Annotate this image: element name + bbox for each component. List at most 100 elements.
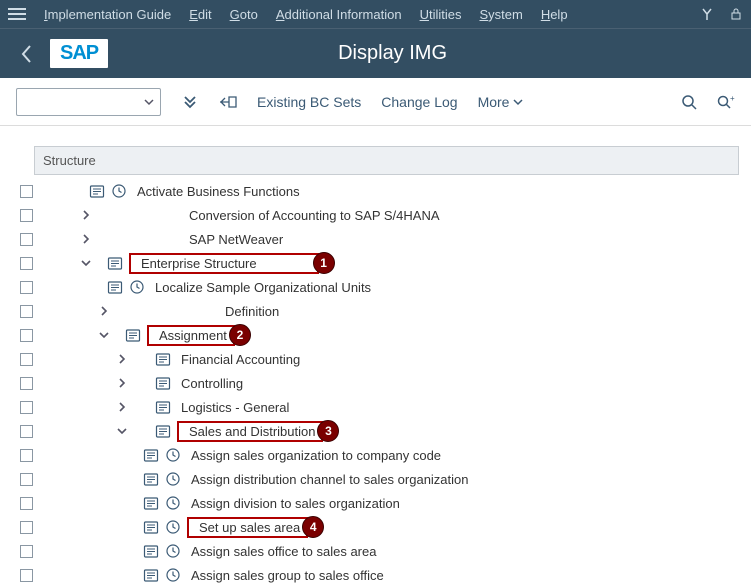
tree-row: Assign sales organization to company cod… bbox=[12, 443, 751, 467]
activity-icon[interactable] bbox=[143, 495, 159, 511]
node-label[interactable]: Assign distribution channel to sales org… bbox=[185, 472, 469, 487]
node-label[interactable]: Assign division to sales organization bbox=[185, 496, 400, 511]
row-checkbox[interactable] bbox=[20, 233, 33, 246]
row-checkbox[interactable] bbox=[20, 569, 33, 582]
activity-icon[interactable] bbox=[143, 447, 159, 463]
node-label[interactable]: Assignment bbox=[153, 328, 227, 343]
execute-icon[interactable] bbox=[163, 519, 181, 535]
existing-bc-sets-link[interactable]: Existing BC Sets bbox=[257, 94, 361, 110]
node-label[interactable]: Enterprise Structure bbox=[135, 256, 257, 271]
activity-icon[interactable] bbox=[143, 543, 159, 559]
chevron-down-icon bbox=[513, 97, 523, 107]
activity-icon[interactable] bbox=[143, 567, 159, 583]
row-checkbox[interactable] bbox=[20, 257, 33, 270]
row-checkbox[interactable] bbox=[20, 425, 33, 438]
row-checkbox[interactable] bbox=[20, 521, 33, 534]
execute-icon[interactable] bbox=[163, 495, 181, 511]
node-label[interactable]: Assign sales group to sales office bbox=[185, 568, 384, 583]
activity-icon[interactable] bbox=[107, 279, 123, 295]
node-label[interactable]: Activate Business Functions bbox=[131, 184, 300, 199]
collapse-icon[interactable] bbox=[97, 328, 111, 342]
activity-icon[interactable] bbox=[125, 327, 141, 343]
row-checkbox[interactable] bbox=[20, 185, 33, 198]
search-next-icon[interactable]: + bbox=[717, 94, 735, 110]
svg-text:+: + bbox=[730, 94, 735, 103]
change-log-link[interactable]: Change Log bbox=[381, 94, 457, 110]
expand-icon[interactable] bbox=[115, 400, 129, 414]
img-activity-dropdown[interactable] bbox=[16, 88, 161, 116]
row-checkbox[interactable] bbox=[20, 449, 33, 462]
node-label[interactable]: Set up sales area bbox=[193, 520, 300, 535]
execute-icon[interactable] bbox=[109, 183, 127, 199]
expand-icon[interactable] bbox=[79, 232, 93, 246]
node-label[interactable]: Definition bbox=[219, 304, 279, 319]
execute-icon[interactable] bbox=[163, 471, 181, 487]
node-label[interactable]: Conversion of Accounting to SAP S/4HANA bbox=[183, 208, 440, 223]
step-highlight: Enterprise Structure1 bbox=[129, 253, 319, 274]
tree-row: Assign distribution channel to sales org… bbox=[12, 467, 751, 491]
collapse-icon[interactable] bbox=[79, 256, 93, 270]
row-checkbox[interactable] bbox=[20, 401, 33, 414]
menu-utilities[interactable]: Utilities bbox=[420, 7, 462, 22]
node-label[interactable]: Logistics - General bbox=[175, 400, 289, 415]
activity-icon[interactable] bbox=[155, 423, 171, 439]
activity-icon[interactable] bbox=[143, 519, 159, 535]
close-window-icon[interactable] bbox=[701, 7, 715, 21]
expand-icon[interactable] bbox=[79, 208, 93, 222]
step-highlight: Set up sales area4 bbox=[187, 517, 308, 538]
row-checkbox[interactable] bbox=[20, 209, 33, 222]
expand-icon[interactable] bbox=[97, 304, 111, 318]
node-label[interactable]: Assign sales office to sales area bbox=[185, 544, 376, 559]
tree-row: Assign sales group to sales office bbox=[12, 563, 751, 585]
menu-icon[interactable] bbox=[8, 5, 26, 23]
activity-icon[interactable] bbox=[155, 399, 171, 415]
activity-icon[interactable] bbox=[143, 471, 159, 487]
row-checkbox[interactable] bbox=[20, 353, 33, 366]
activity-icon[interactable] bbox=[155, 375, 171, 391]
execute-icon[interactable] bbox=[163, 567, 181, 583]
row-checkbox[interactable] bbox=[20, 377, 33, 390]
chevron-down-icon bbox=[144, 97, 154, 107]
more-menu[interactable]: More bbox=[478, 94, 524, 110]
step-badge: 2 bbox=[229, 324, 251, 346]
menu-edit[interactable]: Edit bbox=[189, 7, 211, 22]
enter-img-icon[interactable] bbox=[219, 95, 237, 109]
menu-goto[interactable]: Goto bbox=[230, 7, 258, 22]
node-label[interactable]: Controlling bbox=[175, 376, 243, 391]
execute-icon[interactable] bbox=[163, 447, 181, 463]
node-label[interactable]: Localize Sample Organizational Units bbox=[149, 280, 371, 295]
tree-row: Financial Accounting bbox=[12, 347, 751, 371]
node-label[interactable]: Assign sales organization to company cod… bbox=[185, 448, 441, 463]
back-icon[interactable] bbox=[14, 44, 40, 64]
structure-column-header: Structure bbox=[34, 146, 739, 175]
row-checkbox[interactable] bbox=[20, 473, 33, 486]
node-label[interactable]: SAP NetWeaver bbox=[183, 232, 283, 247]
step-highlight: Sales and Distribution3 bbox=[177, 421, 323, 442]
menu-additional-info[interactable]: Additional Information bbox=[276, 7, 402, 22]
node-label[interactable]: Financial Accounting bbox=[175, 352, 300, 367]
collapse-icon[interactable] bbox=[115, 424, 129, 438]
double-chevron-down-icon[interactable] bbox=[181, 93, 199, 111]
toolbar: Existing BC Sets Change Log More + bbox=[0, 78, 751, 126]
menu-help[interactable]: Help bbox=[541, 7, 568, 22]
row-checkbox[interactable] bbox=[20, 497, 33, 510]
lock-icon[interactable] bbox=[729, 7, 743, 21]
activity-icon[interactable] bbox=[155, 351, 171, 367]
expand-icon[interactable] bbox=[115, 352, 129, 366]
node-label[interactable]: Sales and Distribution bbox=[183, 424, 315, 439]
activity-icon[interactable] bbox=[89, 183, 105, 199]
search-icon[interactable] bbox=[681, 94, 697, 110]
tree-row: Logistics - General bbox=[12, 395, 751, 419]
row-checkbox[interactable] bbox=[20, 329, 33, 342]
row-checkbox[interactable] bbox=[20, 281, 33, 294]
expand-icon[interactable] bbox=[115, 376, 129, 390]
execute-icon[interactable] bbox=[127, 279, 145, 295]
row-checkbox[interactable] bbox=[20, 545, 33, 558]
activity-icon[interactable] bbox=[107, 255, 123, 271]
row-checkbox[interactable] bbox=[20, 305, 33, 318]
menu-system[interactable]: System bbox=[479, 7, 522, 22]
menu-impl-guide[interactable]: Implementation Guide bbox=[44, 7, 171, 22]
execute-icon[interactable] bbox=[163, 543, 181, 559]
img-tree: Activate Business Functions Conversion of… bbox=[12, 179, 751, 585]
tree-row: Definition bbox=[12, 299, 751, 323]
